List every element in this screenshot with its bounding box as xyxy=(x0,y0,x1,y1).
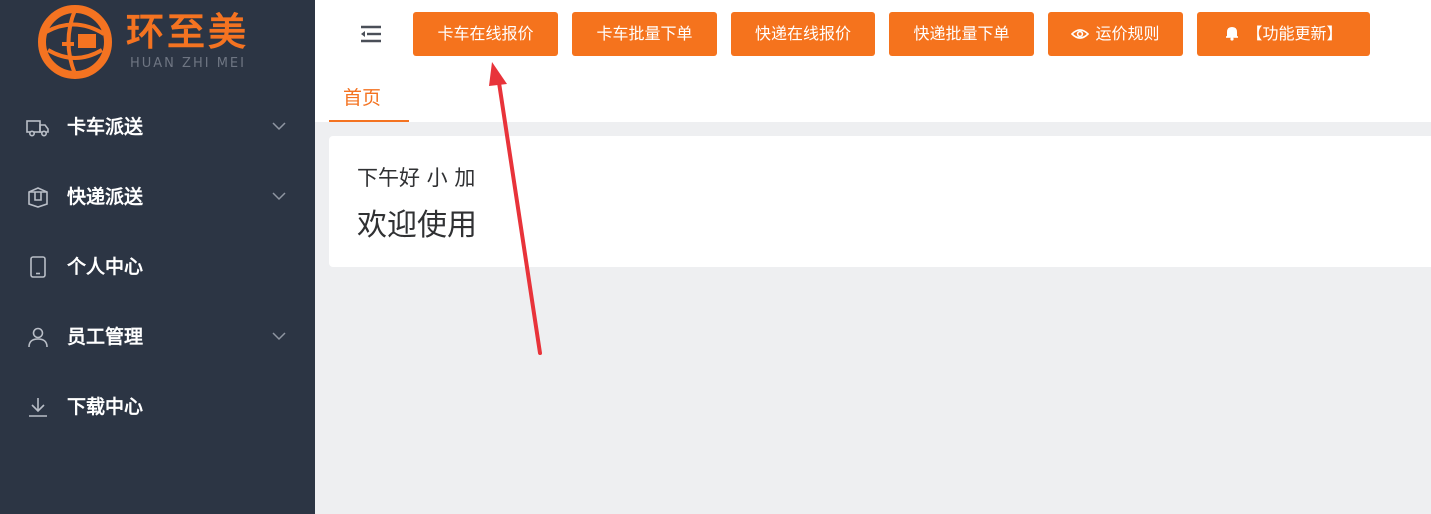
sidebar-item-personal-center[interactable]: 个人中心 xyxy=(0,232,315,302)
sidebar-item-label: 卡车派送 xyxy=(67,116,144,138)
tab-bar: 首页 xyxy=(315,70,1431,122)
logo-subtitle: HUAN ZHI MEI xyxy=(130,56,246,71)
phone-icon xyxy=(30,256,46,278)
download-icon xyxy=(29,398,47,417)
button-label: 【功能更新】 xyxy=(1246,24,1343,43)
chevron-down-icon xyxy=(272,332,286,341)
express-online-quote-button[interactable]: 快递在线报价 xyxy=(731,12,875,56)
tab-home[interactable]: 首页 xyxy=(329,70,409,122)
chevron-down-icon xyxy=(272,192,286,201)
user-icon xyxy=(28,327,48,348)
logo-text: 环至美 xyxy=(126,10,250,54)
sidebar-item-download-center[interactable]: 下载中心 xyxy=(0,372,315,442)
truck-batch-order-button[interactable]: 卡车批量下单 xyxy=(572,12,717,56)
sidebar-item-label: 下载中心 xyxy=(67,396,144,418)
globe-logo-icon xyxy=(38,5,112,79)
greeting-text: 下午好 小 加 xyxy=(357,166,476,190)
sidebar-item-staff-management[interactable]: 员工管理 xyxy=(0,302,315,372)
logo[interactable]: 环至美 HUAN ZHI MEI xyxy=(38,4,278,80)
chevron-down-icon xyxy=(272,122,286,131)
eye-icon xyxy=(1071,29,1090,39)
sidebar-item-express-delivery[interactable]: 快递派送 xyxy=(0,162,315,232)
truck-icon xyxy=(26,120,49,137)
welcome-message: 欢迎使用 xyxy=(357,208,477,243)
menu-toggle-icon[interactable] xyxy=(359,22,383,46)
button-label: 快递批量下单 xyxy=(913,24,1010,43)
sidebar-item-truck-delivery[interactable]: 卡车派送 xyxy=(0,92,315,162)
truck-online-quote-button[interactable]: 卡车在线报价 xyxy=(413,12,558,56)
button-label: 卡车在线报价 xyxy=(437,24,534,43)
sidebar-item-label: 个人中心 xyxy=(67,256,144,278)
sidebar-item-label: 员工管理 xyxy=(67,326,144,348)
button-label: 卡车批量下单 xyxy=(596,24,693,43)
freight-rules-button[interactable]: 运价规则 xyxy=(1048,12,1183,56)
sidebar: 环至美 HUAN ZHI MEI 卡车派送 快递派送 个人中心 员工管理 下载中… xyxy=(0,0,315,514)
package-icon xyxy=(28,187,48,208)
button-label: 运价规则 xyxy=(1095,24,1160,43)
express-batch-order-button[interactable]: 快递批量下单 xyxy=(889,12,1034,56)
sidebar-item-label: 快递派送 xyxy=(67,186,144,208)
welcome-card: 下午好 小 加 欢迎使用 xyxy=(329,136,1431,267)
button-label: 快递在线报价 xyxy=(754,24,851,43)
tab-label: 首页 xyxy=(343,87,382,109)
bell-icon xyxy=(1226,27,1239,41)
feature-update-button[interactable]: 【功能更新】 xyxy=(1197,12,1370,56)
